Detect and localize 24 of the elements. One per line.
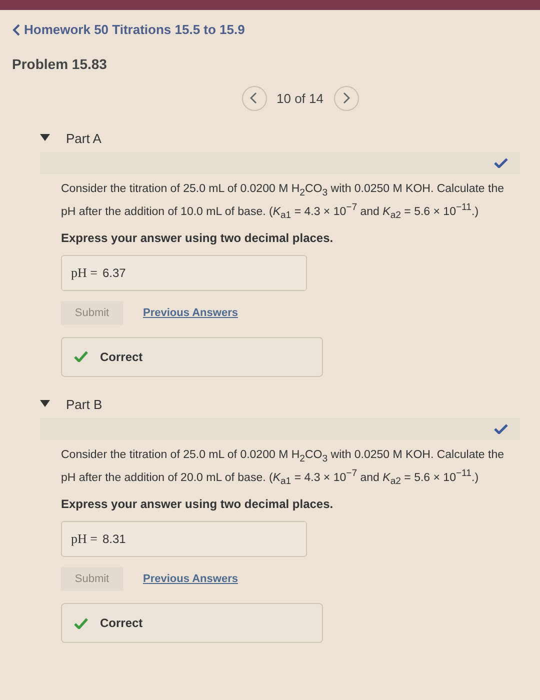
caret-icon bbox=[40, 400, 50, 408]
chevron-right-icon bbox=[342, 92, 350, 104]
feedback-box: Correct bbox=[61, 336, 323, 377]
part-header[interactable]: Part B bbox=[0, 386, 540, 412]
instruction-text: Express your answer using two decimal places. bbox=[61, 497, 334, 512]
answer-field[interactable]: pH = 6.37 bbox=[61, 254, 307, 291]
next-button[interactable] bbox=[334, 86, 358, 110]
previous-answers-link[interactable]: Previous Answers bbox=[143, 573, 238, 586]
problem-title: Problem 15.83 bbox=[12, 56, 108, 72]
question-text: Consider the titration of 25.0 mL of 0.0200 M H$_{2}$CO$_{3}$ with 0.0250 M KOH. Calculate the pH after the addition of 10.0 mL of base. (K$_{a1}$ = 4.3 × 10$^{−7}$ and K$_{a2}$ = 5.6 × 10$^{−11}$.) bbox=[61, 182, 505, 223]
caret-icon bbox=[40, 134, 50, 142]
checkmark-icon bbox=[74, 351, 88, 362]
back-link[interactable]: Homework 50 Titrations 15.5 to 15.9 bbox=[12, 22, 245, 37]
part-header[interactable]: Part A bbox=[0, 120, 540, 146]
checkmark-icon bbox=[74, 618, 88, 629]
page-counter: 10 of 14 bbox=[276, 90, 324, 106]
answer-field[interactable]: pH = 8.31 bbox=[61, 521, 307, 558]
previous-button[interactable] bbox=[242, 86, 266, 110]
feedback-box: Correct bbox=[61, 603, 323, 644]
chevron-left-icon bbox=[12, 24, 21, 36]
previous-answers-link[interactable]: Previous Answers bbox=[143, 306, 238, 319]
chevron-left-icon bbox=[250, 92, 258, 104]
question-text: Consider the titration of 25.0 mL of 0.0200 M H$_{2}$CO$_{3}$ with 0.0250 M KOH. Calculate the pH after the addition of 20.0 mL of base. (K$_{a1}$ = 4.3 × 10$^{−7}$ and K$_{a2}$ = 5.6 × 10$^{−11}$.) bbox=[61, 448, 505, 490]
instruction-text: Express your answer using two decimal places. bbox=[61, 230, 334, 245]
